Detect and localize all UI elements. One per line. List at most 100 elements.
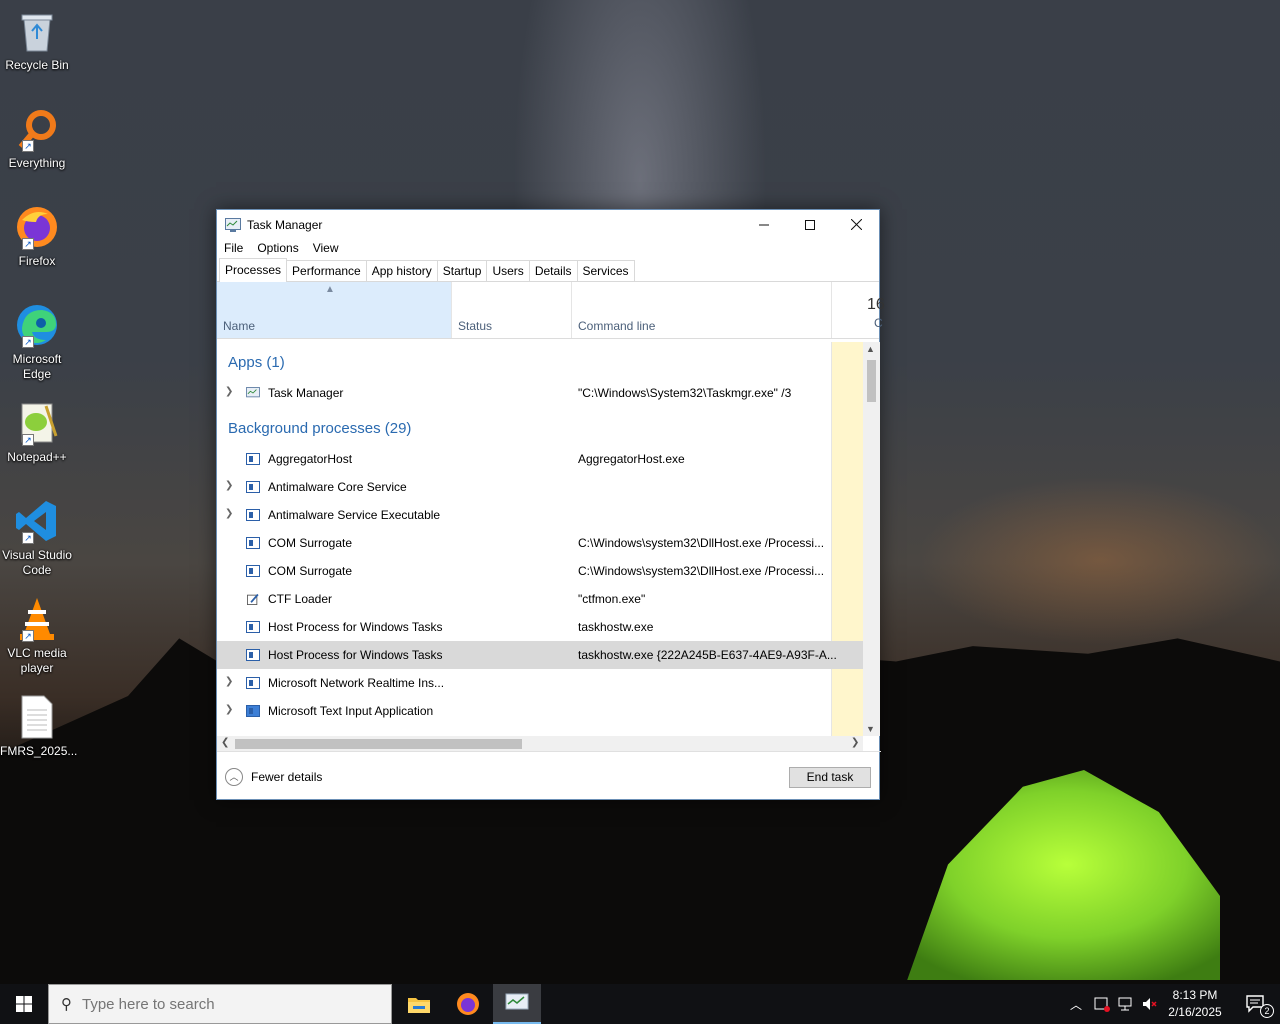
title-bar[interactable]: Task Manager <box>217 210 879 239</box>
taskbar-search-box[interactable]: ⚲ <box>48 984 392 1024</box>
process-name: Host Process for Windows Tasks <box>268 648 443 662</box>
table-row[interactable]: ❯ Microsoft Network Realtime Ins... <box>217 669 863 697</box>
vertical-scroll-thumb[interactable] <box>867 360 876 402</box>
scroll-left-icon[interactable]: ❮ <box>221 737 229 748</box>
taskbar-task-manager[interactable] <box>493 984 541 1024</box>
task-manager-icon <box>246 387 260 398</box>
menu-file[interactable]: File <box>224 241 243 255</box>
action-center-button[interactable]: 2 <box>1232 984 1280 1024</box>
table-row[interactable]: CTF Loader "ctfmon.exe" <box>217 585 863 613</box>
system-tray: ︿ <box>1070 984 1158 1024</box>
desktop-icon-everything[interactable]: ↗ Everything <box>0 106 74 171</box>
desktop-icon-fmrs-file[interactable]: FMRS_2025... <box>0 694 77 759</box>
expand-chevron-icon[interactable]: ❯ <box>225 676 233 687</box>
shortcut-arrow-icon: ↗ <box>22 630 34 642</box>
taskbar-clock[interactable]: 8:13 PM 2/16/2025 <box>1160 987 1230 1021</box>
taskbar-file-explorer[interactable] <box>395 984 443 1024</box>
table-row[interactable]: ❯ Task Manager "C:\Windows\System32\Task… <box>217 379 863 407</box>
start-button[interactable] <box>0 984 48 1024</box>
horizontal-scroll-thumb[interactable] <box>235 739 522 749</box>
process-name: Antimalware Core Service <box>268 480 407 494</box>
process-name: Host Process for Windows Tasks <box>268 620 443 634</box>
menu-view[interactable]: View <box>313 241 339 255</box>
desktop-icon-label: Visual Studio Code <box>2 548 72 577</box>
column-header-cpu[interactable]: 16 C <box>831 282 885 338</box>
shortcut-arrow-icon: ↗ <box>22 434 34 446</box>
desktop-icon-label: Notepad++ <box>7 450 67 464</box>
table-row[interactable]: ❯ Antimalware Core Service <box>217 473 863 501</box>
desktop-icon-label: VLC media player <box>7 646 67 675</box>
tab-details[interactable]: Details <box>528 260 578 281</box>
fewer-details-button[interactable]: ︿ Fewer details <box>225 768 322 786</box>
desktop-icon-vlc[interactable]: ↗ VLC media player <box>0 596 74 676</box>
tab-app-history[interactable]: App history <box>365 260 438 281</box>
desktop-icon-firefox[interactable]: ↗ Firefox <box>0 204 74 269</box>
folder-icon <box>408 998 430 1013</box>
network-icon[interactable] <box>1118 996 1134 1012</box>
tab-processes[interactable]: Processes <box>219 258 288 282</box>
desktop-icon-label: Firefox <box>18 254 56 268</box>
firefox-icon <box>457 993 479 1015</box>
keyboard-icon <box>246 705 260 717</box>
table-row[interactable]: COM Surrogate C:\Windows\system32\DllHos… <box>217 557 863 585</box>
task-manager-icon <box>505 993 529 1010</box>
end-task-button[interactable]: End task <box>789 767 871 788</box>
desktop-icon-label: Recycle Bin <box>5 58 69 72</box>
tab-users[interactable]: Users <box>486 260 530 281</box>
tab-performance[interactable]: Performance <box>286 260 367 281</box>
table-row[interactable]: Host Process for Windows Tasks taskhostw… <box>217 613 863 641</box>
process-icon <box>246 537 260 549</box>
window-title: Task Manager <box>247 217 323 232</box>
vertical-scrollbar[interactable]: ▲ ▼ <box>863 342 880 736</box>
firefox-icon: ↗ <box>14 204 60 250</box>
table-row-selected[interactable]: Host Process for Windows Tasks taskhostw… <box>217 641 863 669</box>
chevron-up-icon[interactable]: ︿ <box>1070 996 1082 1013</box>
column-header-status[interactable]: Status <box>451 282 571 338</box>
column-header-name[interactable]: ▲ Name <box>217 282 451 338</box>
table-row[interactable]: ❯ Antimalware Service Executable <box>217 501 863 529</box>
scroll-down-icon[interactable]: ▼ <box>866 724 875 734</box>
task-manager-window[interactable]: Task Manager File Options View Processes… <box>216 209 885 800</box>
process-command: "C:\Windows\System32\Taskmgr.exe" /3 <box>578 386 792 400</box>
expand-chevron-icon[interactable]: ❯ <box>225 480 233 491</box>
tab-strip: Processes Performance App history Startu… <box>217 258 879 282</box>
sort-ascending-icon: ▲ <box>325 284 335 295</box>
tab-services[interactable]: Services <box>576 260 635 281</box>
process-command: C:\Windows\system32\DllHost.exe /Process… <box>578 536 825 550</box>
scroll-up-icon[interactable]: ▲ <box>866 344 875 354</box>
process-command: taskhostw.exe {222A245B-E637-4AE9-A93F-A… <box>578 648 837 662</box>
expand-chevron-icon[interactable]: ❯ <box>225 386 233 397</box>
horizontal-scrollbar[interactable]: ❮ ❯ <box>217 736 863 751</box>
process-icon <box>246 509 260 521</box>
task-manager-icon <box>225 217 241 232</box>
desktop-icon-vscode[interactable]: ↗ Visual Studio Code <box>0 498 74 578</box>
shortcut-arrow-icon: ↗ <box>22 238 34 250</box>
desktop-icon-recycle-bin[interactable]: Recycle Bin <box>0 8 74 73</box>
volume-muted-icon[interactable] <box>1142 996 1158 1012</box>
group-apps: Apps (1) <box>228 354 285 371</box>
maximize-button[interactable] <box>787 210 833 239</box>
chevron-up-circle-icon: ︿ <box>225 768 243 786</box>
taskbar: ⚲ ︿ 8:13 PM 2/16/2025 2 <box>0 984 1280 1024</box>
process-name: Antimalware Service Executable <box>268 508 441 522</box>
table-row[interactable]: AggregatorHost AggregatorHost.exe <box>217 445 863 473</box>
menu-options[interactable]: Options <box>257 241 298 255</box>
clock-date: 2/16/2025 <box>1168 1005 1222 1019</box>
group-background-processes: Background processes (29) <box>228 420 412 437</box>
desktop-icon-notepadpp[interactable]: ↗ Notepad++ <box>0 400 74 465</box>
tab-startup[interactable]: Startup <box>436 260 488 281</box>
column-header-command-line[interactable]: Command line <box>571 282 831 338</box>
security-alert-icon[interactable] <box>1094 996 1111 1012</box>
table-row[interactable]: COM Surrogate C:\Windows\system32\DllHos… <box>217 529 863 557</box>
expand-chevron-icon[interactable]: ❯ <box>225 508 233 519</box>
desktop-icon-edge[interactable]: ↗ Microsoft Edge <box>0 302 74 382</box>
process-list[interactable]: Apps (1) ❯ Task Manager "C:\Windows\Syst… <box>217 342 863 736</box>
minimize-button[interactable] <box>741 210 787 239</box>
table-row[interactable]: ❯ Microsoft Text Input Application <box>217 697 863 725</box>
expand-chevron-icon[interactable]: ❯ <box>225 704 233 715</box>
process-command: taskhostw.exe <box>578 620 654 634</box>
search-input[interactable] <box>82 995 362 1013</box>
taskbar-firefox[interactable] <box>444 984 492 1024</box>
close-button[interactable] <box>833 210 879 239</box>
scroll-right-icon[interactable]: ❯ <box>851 737 859 748</box>
